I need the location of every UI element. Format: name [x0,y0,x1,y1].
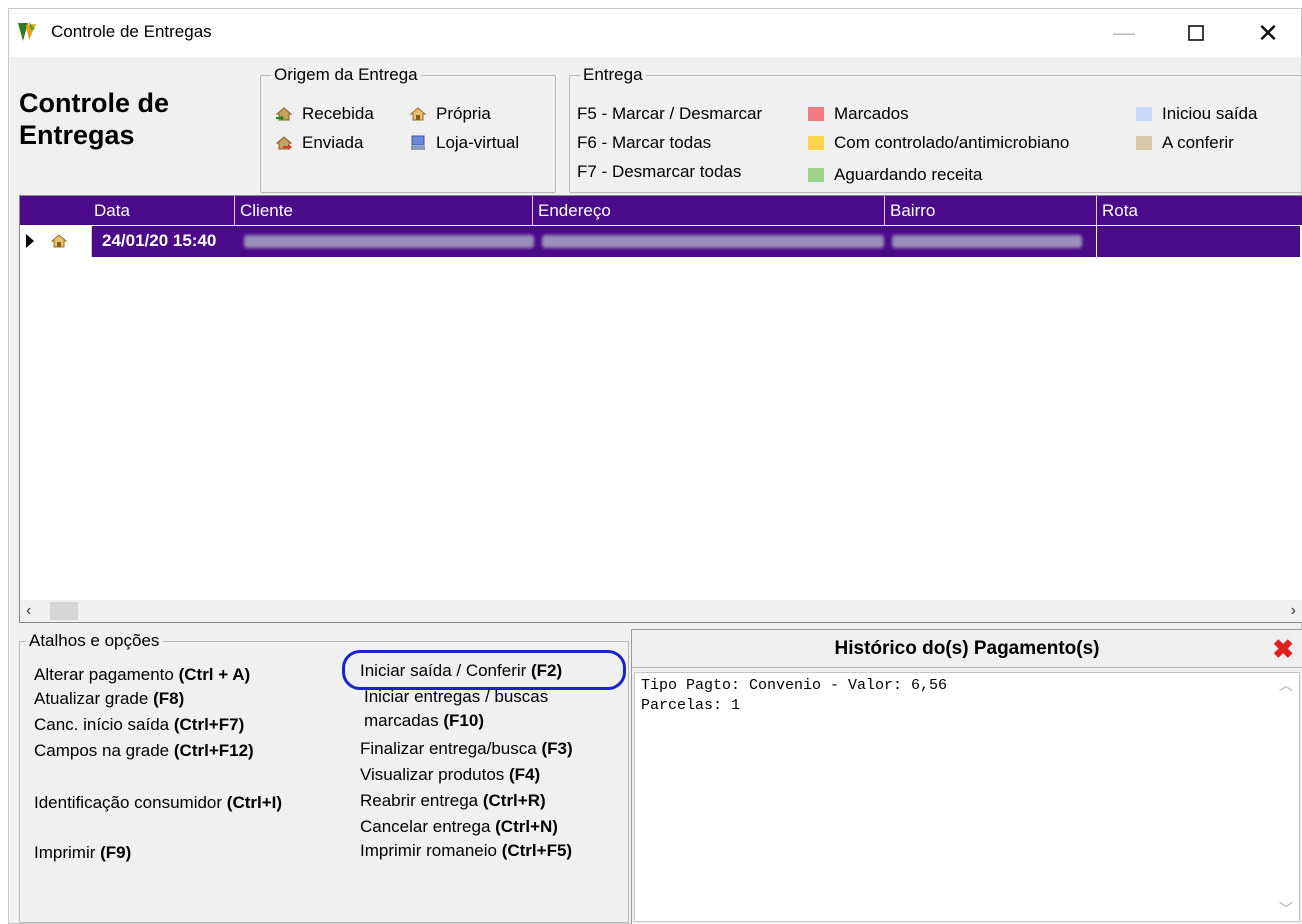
controlado-swatch [808,136,824,150]
scroll-thumb[interactable] [50,602,78,620]
house-icon [50,234,68,248]
horizontal-scrollbar[interactable]: ‹ › [20,600,1302,622]
iniciar-entregas-link-cont[interactable]: marcadas (F10) [364,710,484,732]
window-title: Controle de Entregas [51,22,212,41]
imprimir-link[interactable]: Imprimir (F9) [34,842,131,864]
iniciou-saida-swatch [1136,107,1152,121]
status-aguardando: Aguardando receita [808,165,982,185]
scroll-down-icon[interactable]: ﹀ [1279,899,1293,919]
status-iniciou-saida: Iniciou saída [1136,104,1257,124]
key-f7: F7 - Desmarcar todas [577,162,742,181]
alterar-pagamento-link[interactable]: Alterar pagamento (Ctrl + A) [34,664,250,686]
a-conferir-swatch [1136,136,1152,150]
key-f5: F5 - Marcar / Desmarcar [577,104,763,123]
current-row-arrow-icon [26,234,34,248]
title-bar: Controle de Entregas — ✕ [9,9,1301,57]
atalhos-legend: Atalhos e opções [26,631,163,651]
main-window: Controle de Entregas — ✕ Controle de Ent… [8,8,1302,924]
row-date: 24/01/20 15:40 [102,231,217,250]
origem-recebida: Recebida [275,104,374,124]
origem-group: Origem da Entrega Recebida Própria Envia… [260,65,556,193]
key-f6: F6 - Marcar todas [577,133,712,152]
aguardando-swatch [808,168,824,182]
historico-title: Histórico do(s) Pagamento(s) [632,630,1302,668]
house-send-icon [275,136,293,150]
canc-inicio-saida-link[interactable]: Canc. início saída (Ctrl+F7) [34,714,244,736]
house-icon [409,107,427,121]
maximize-icon [1188,25,1204,41]
col-data[interactable]: Data [94,201,130,221]
entrega-legend: Entrega [580,65,646,85]
visualizar-produtos-link[interactable]: Visualizar produtos (F4) [360,764,540,786]
imprimir-romaneio-link[interactable]: Imprimir romaneio (Ctrl+F5) [360,840,572,862]
house-arrow-icon [275,107,293,121]
origem-enviada: Enviada [275,133,363,153]
finalizar-entrega-link[interactable]: Finalizar entrega/busca (F3) [360,738,573,760]
atualizar-grade-link[interactable]: Atualizar grade (F8) [34,688,184,710]
row-origin-cell [42,226,92,257]
origem-propria: Própria [409,104,491,124]
row-indicator [20,226,42,257]
identificacao-consumidor-link[interactable]: Identificação consumidor (Ctrl+I) [34,792,282,814]
computer-icon [411,135,425,150]
scroll-left-icon[interactable]: ‹ [26,602,31,620]
atalhos-group: Atalhos e opções Alterar pagamento (Ctrl… [19,631,629,923]
row-data-cells: 24/01/20 15:40 [92,226,1300,257]
row-bairro-redacted [892,235,1082,248]
scroll-up-icon[interactable]: ︿ [1279,675,1293,695]
app-logo-icon [18,22,36,41]
historico-line-2: Parcelas: 1 [641,697,741,714]
row-endereco-redacted [542,235,884,248]
historico-line-1: Tipo Pagto: Convenio - Valor: 6,56 [641,677,948,694]
reabrir-entrega-link[interactable]: Reabrir entrega (Ctrl+R) [360,790,546,812]
scroll-right-icon[interactable]: › [1291,602,1296,620]
close-icon[interactable]: ✖ [1272,636,1294,662]
grid-header: Data Cliente Endereço Bairro Rota [20,196,1302,256]
entrega-group: Entrega F5 - Marcar / Desmarcar F6 - Mar… [569,65,1302,193]
deliveries-grid[interactable]: Data Cliente Endereço Bairro Rota 24/01/… [19,195,1302,623]
origem-loja-virtual: Loja-virtual [409,133,519,153]
cancelar-entrega-link[interactable]: Cancelar entrega (Ctrl+N) [360,816,558,838]
status-marcados: Marcados [808,104,909,124]
page-title: Controle de Entregas [19,88,170,150]
col-bairro[interactable]: Bairro [890,201,935,221]
table-row[interactable]: 24/01/20 15:40 [20,226,1302,257]
row-cliente-redacted [244,235,534,248]
status-a-conferir: A conferir [1136,133,1234,153]
col-cliente[interactable]: Cliente [240,201,293,221]
historico-panel: Histórico do(s) Pagamento(s) ✖ Tipo Pagt… [631,629,1302,924]
status-controlado: Com controlado/antimicrobiano [808,133,1069,153]
historico-text[interactable]: Tipo Pagto: Convenio - Valor: 6,56 Parce… [634,672,1300,922]
origem-legend: Origem da Entrega [271,65,421,85]
col-endereco[interactable]: Endereço [538,201,611,221]
close-button[interactable]: ✕ [1233,9,1302,57]
maximize-button[interactable] [1161,9,1231,57]
campos-na-grade-link[interactable]: Campos na grade (Ctrl+F12) [34,740,254,762]
marcados-swatch [808,107,824,121]
col-rota[interactable]: Rota [1102,201,1138,221]
iniciar-saida-conferir-link[interactable]: Iniciar saída / Conferir (F2) [360,660,562,682]
iniciar-entregas-link[interactable]: Iniciar entregas / buscas [364,686,548,708]
minimize-button[interactable]: — [1089,9,1159,57]
